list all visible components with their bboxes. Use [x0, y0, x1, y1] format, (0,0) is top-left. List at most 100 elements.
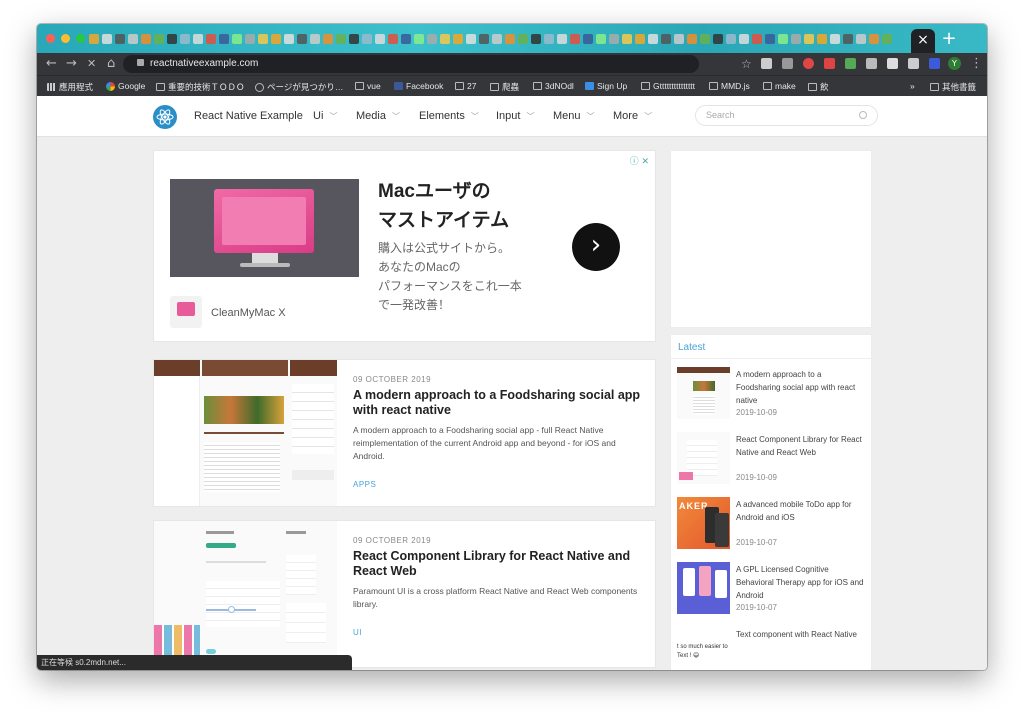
- bookmark-google[interactable]: Google: [106, 81, 145, 91]
- sidebar-item[interactable]: A modern approach to a Foodsharing socia…: [677, 367, 867, 427]
- bookmark-make[interactable]: make: [763, 81, 796, 91]
- bookmark-sign-up[interactable]: Sign Up: [585, 81, 627, 91]
- extension-icon[interactable]: [761, 58, 772, 69]
- pinned-tab-favicon[interactable]: [661, 34, 671, 44]
- back-button[interactable]: ←: [46, 56, 57, 72]
- bookmark-crawler[interactable]: 爬蟲: [490, 81, 519, 93]
- bookmark-todo[interactable]: 重要的技術ＴＯＤＯ: [156, 81, 245, 93]
- pinned-tab-favicon[interactable]: [180, 34, 190, 44]
- pinned-tab-favicon[interactable]: [154, 34, 164, 44]
- pinned-tab-favicon[interactable]: [453, 34, 463, 44]
- pinned-tab-favicon[interactable]: [466, 34, 476, 44]
- ad-choices-close-icon[interactable]: ⓘ ✕: [630, 154, 649, 167]
- extension-icon[interactable]: [866, 58, 877, 69]
- pinned-tab-favicon[interactable]: [206, 34, 216, 44]
- article-thumbnail[interactable]: [154, 360, 337, 506]
- sidebar-thumbnail[interactable]: [677, 562, 730, 614]
- article-title[interactable]: A modern approach to a Foodsharing socia…: [353, 388, 643, 418]
- pinned-tab-favicon[interactable]: [882, 34, 892, 44]
- bookmark-vue[interactable]: vue: [355, 81, 381, 91]
- extension-icon[interactable]: [824, 58, 835, 69]
- sidebar-thumbnail[interactable]: t so much easier to Text ! 😄: [677, 627, 730, 670]
- pinned-tab-favicon[interactable]: [635, 34, 645, 44]
- site-search-input[interactable]: Search: [695, 105, 878, 126]
- zoom-window-button[interactable]: [76, 34, 85, 43]
- forward-button[interactable]: →: [66, 56, 77, 72]
- pinned-tab-favicon[interactable]: [843, 34, 853, 44]
- ad-product-image[interactable]: [170, 179, 359, 277]
- address-bar[interactable]: reactnativeexample.com: [123, 55, 699, 73]
- pinned-tab-favicon[interactable]: [427, 34, 437, 44]
- bookmarks-overflow-button[interactable]: »: [910, 81, 915, 91]
- nav-menu-menu[interactable]: Menu ﹀: [553, 110, 595, 122]
- react-logo-icon[interactable]: [153, 105, 177, 129]
- sidebar-item[interactable]: React Component Library for React Native…: [677, 432, 867, 492]
- article-card[interactable]: 09 OCTOBER 2019 React Component Library …: [153, 520, 656, 668]
- profile-avatar[interactable]: Y: [948, 57, 961, 70]
- pinned-tab-favicon[interactable]: [284, 34, 294, 44]
- search-icon[interactable]: [859, 111, 867, 119]
- nav-menu-input[interactable]: Input ﹀: [496, 110, 534, 122]
- pinned-tab-favicon[interactable]: [544, 34, 554, 44]
- pinned-tab-favicon[interactable]: [141, 34, 151, 44]
- extension-icon[interactable]: [782, 58, 793, 69]
- pinned-tab-favicon[interactable]: [765, 34, 775, 44]
- sidebar-item[interactable]: AKER A advanced mobile ToDo app for Andr…: [677, 497, 867, 557]
- pinned-tab-favicon[interactable]: [271, 34, 281, 44]
- advertisement[interactable]: ⓘ ✕ CleanMyMac X Macユーザの マストアイテム 購入は公式サイ…: [153, 150, 656, 342]
- pinned-tab-favicon[interactable]: [115, 34, 125, 44]
- pinned-tab-favicon[interactable]: [726, 34, 736, 44]
- sidebar-item[interactable]: t so much easier to Text ! 😄 Text compon…: [677, 627, 867, 670]
- extension-icon[interactable]: [887, 58, 898, 69]
- pinned-tab-favicon[interactable]: [518, 34, 528, 44]
- site-brand-link[interactable]: React Native Example: [194, 110, 303, 122]
- pinned-tab-favicon[interactable]: [128, 34, 138, 44]
- pinned-tab-favicon[interactable]: [336, 34, 346, 44]
- ad-heading[interactable]: Macユーザの マストアイテム: [378, 177, 509, 235]
- bookmark-drink[interactable]: 飲: [808, 81, 829, 93]
- pinned-tab-favicon[interactable]: [778, 34, 788, 44]
- pinned-tab-favicon[interactable]: [856, 34, 866, 44]
- article-thumbnail[interactable]: [154, 521, 337, 667]
- pinned-tab-favicon[interactable]: [349, 34, 359, 44]
- bookmark-facebook[interactable]: Facebook: [394, 81, 443, 91]
- pinned-tab-favicon[interactable]: [388, 34, 398, 44]
- extension-icon[interactable]: [908, 58, 919, 69]
- pinned-tab-favicon[interactable]: [479, 34, 489, 44]
- pinned-tab-favicon[interactable]: [791, 34, 801, 44]
- pinned-tab-favicon[interactable]: [492, 34, 502, 44]
- pinned-tab-favicon[interactable]: [700, 34, 710, 44]
- menu-more-icon[interactable]: ⋮: [970, 56, 983, 72]
- pinned-tab-favicon[interactable]: [752, 34, 762, 44]
- pinned-tab-favicon[interactable]: [297, 34, 307, 44]
- bookmark-27[interactable]: 27: [455, 81, 476, 91]
- pinned-tab-favicon[interactable]: [310, 34, 320, 44]
- pinned-tab-favicon[interactable]: [622, 34, 632, 44]
- pinned-tab-favicon[interactable]: [167, 34, 177, 44]
- stop-button[interactable]: ✕: [87, 56, 96, 72]
- pinned-tab-favicon[interactable]: [258, 34, 268, 44]
- new-tab-button[interactable]: +: [939, 30, 959, 50]
- pinned-tab-favicon[interactable]: [713, 34, 723, 44]
- pinned-tab-favicon[interactable]: [89, 34, 99, 44]
- sidebar-thumbnail[interactable]: [677, 367, 730, 419]
- bookmark-3dnodl[interactable]: 3dNOdl: [533, 81, 574, 91]
- sidebar-thumbnail[interactable]: AKER: [677, 497, 730, 549]
- bookmark-gttt[interactable]: Gttttttttttttttt: [641, 81, 695, 91]
- minimize-window-button[interactable]: [61, 34, 70, 43]
- bookmark-apps[interactable]: 應用程式: [47, 81, 93, 93]
- pinned-tab-favicon[interactable]: [375, 34, 385, 44]
- article-title[interactable]: React Component Library for React Native…: [353, 549, 643, 579]
- pinned-tab-favicon[interactable]: [531, 34, 541, 44]
- pinned-tab-favicon[interactable]: [102, 34, 112, 44]
- sidebar-item[interactable]: A GPL Licensed Cognitive Behavioral Ther…: [677, 562, 867, 622]
- pinned-tab-favicon[interactable]: [804, 34, 814, 44]
- bookmark-page-not-found[interactable]: ページが見つかり…: [255, 81, 343, 93]
- article-category-tag[interactable]: APPS: [353, 480, 376, 489]
- pinned-tab-favicon[interactable]: [648, 34, 658, 44]
- pinned-tab-favicon[interactable]: [583, 34, 593, 44]
- pinned-tab-favicon[interactable]: [193, 34, 203, 44]
- active-tab-close-icon[interactable]: ×: [911, 29, 935, 53]
- pinned-tab-strip[interactable]: [89, 34, 909, 48]
- pinned-tab-favicon[interactable]: [570, 34, 580, 44]
